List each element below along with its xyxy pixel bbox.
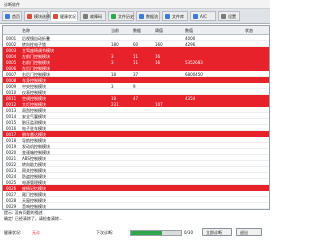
tab-label: 设置: [228, 14, 236, 19]
progress-bar: [130, 230, 182, 236]
col-header-data: 数据: [133, 28, 141, 33]
progress-label: 下次诊断:: [96, 230, 114, 235]
diagnose-now-button[interactable]: 立即诊断: [202, 228, 232, 236]
diagnose-now-label: 立即诊断: [206, 230, 222, 235]
table-header: 名称 当前 数据 阈值 数值 状态: [3, 26, 269, 35]
tab-7[interactable]: A/C: [190, 11, 216, 21]
tab-label: A/C: [200, 14, 207, 19]
tab-4[interactable]: 文件历史: [108, 11, 134, 21]
tab-2[interactable]: 健康状况: [50, 11, 78, 21]
progress-text: 0/30: [184, 230, 193, 235]
status-bar: 健康状况: 无诊 下次诊断: 0/30 立即诊断 退出: [4, 228, 266, 237]
cell-code: 0029: [6, 204, 17, 209]
tab-icon: [193, 14, 198, 19]
tab-label: 模块选择: [34, 14, 50, 19]
tab-0[interactable]: 首页: [2, 11, 22, 21]
col-header-threshold: 阈值: [155, 28, 163, 33]
tab-icon: [165, 14, 170, 19]
tab-icon: [139, 14, 144, 19]
tab-icon: [111, 14, 116, 19]
tab-label: 数据流: [146, 14, 158, 19]
exit-label: 退出: [240, 230, 248, 235]
tab-label: 首页: [12, 14, 20, 19]
tab-icon: [83, 14, 88, 19]
exit-button[interactable]: 退出: [236, 228, 262, 236]
tab-label: 健康状况: [60, 14, 76, 19]
bottom-panel: 提示: 没有问题的描述 确定! 已经清除了，请检查清除... 健康状况: 无诊 …: [2, 210, 268, 240]
tab-8[interactable]: 设置: [218, 11, 240, 21]
col-header-name: 名称: [22, 28, 30, 33]
col-header-current: 当前: [111, 28, 119, 33]
info-line-2: 确定! 已经清除了，请检查清除...: [4, 216, 63, 221]
status-value: 无诊: [32, 230, 40, 235]
tab-bar: 首页 模块选择 健康状况 故障码 文件历史 数据流 文件库 A/C 设置: [0, 9, 270, 24]
tab-label: 文件历史: [118, 14, 134, 19]
tab-icon: [5, 14, 10, 19]
module-table: 名称 当前 数据 阈值 数值 状态 0001 后视镜自动折叠 4000 0002 转向柱…: [2, 25, 270, 210]
col-header-status: 状态: [245, 28, 253, 33]
table-row[interactable]: 0029 音响控制模块: [3, 203, 269, 209]
tab-icon: [221, 14, 226, 19]
tab-icon: [53, 14, 58, 19]
tab-3[interactable]: 故障码: [80, 11, 106, 21]
window-title: 诊断软件: [4, 2, 20, 7]
tab-6[interactable]: 文件库: [162, 11, 188, 21]
tab-label: 故障码: [90, 14, 102, 19]
status-label: 健康状况:: [4, 230, 22, 235]
progress-fill: [131, 231, 162, 235]
window-titlebar: 诊断软件: [0, 0, 270, 9]
tab-1[interactable]: 模块选择: [24, 11, 50, 21]
tab-icon: [27, 14, 32, 19]
tab-5[interactable]: 数据流: [136, 11, 160, 21]
tab-label: 文件库: [172, 14, 184, 19]
col-header-value: 数值: [185, 28, 193, 33]
